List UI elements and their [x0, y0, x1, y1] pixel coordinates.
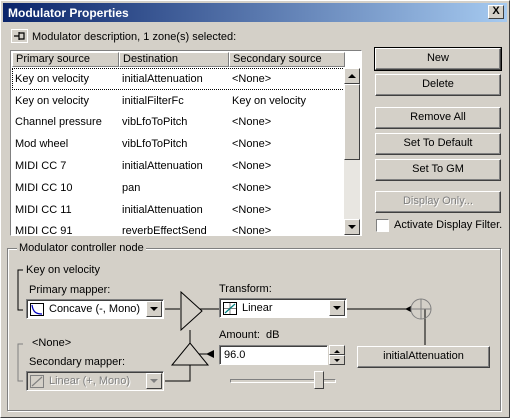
- amount-label: Amount:: [219, 329, 260, 341]
- mixer-triangle-right: [180, 290, 203, 332]
- transform-select[interactable]: Linear: [219, 298, 347, 318]
- transform-dropdown-button[interactable]: [329, 300, 345, 316]
- transform-value: Linear: [242, 302, 273, 314]
- primary-source-label: Key on velocity: [26, 264, 100, 276]
- secondary-mapper-label: Secondary mapper:: [29, 356, 125, 368]
- transform-label: Transform:: [219, 283, 272, 295]
- chevron-down-icon: [150, 307, 158, 311]
- linear-curve-icon: [30, 375, 44, 388]
- amount-unit-label: dB: [266, 329, 280, 341]
- concave-curve-icon: [30, 303, 44, 316]
- chevron-down-icon: [333, 306, 341, 310]
- amount-slider-thumb[interactable]: [314, 371, 325, 389]
- secondary-mapper-select[interactable]: Linear (+, Mono): [26, 371, 164, 391]
- destination-button[interactable]: initialAttenuation: [357, 346, 490, 368]
- amount-input[interactable]: 96.0: [219, 345, 328, 365]
- primary-mapper-dropdown-button[interactable]: [146, 301, 162, 317]
- amount-spin-up[interactable]: [329, 345, 345, 355]
- primary-mapper-value: Concave (-, Mono): [49, 303, 141, 315]
- secondary-mapper-dropdown-button[interactable]: [146, 373, 162, 389]
- chevron-down-icon: [150, 379, 158, 383]
- amount-spin-down[interactable]: [329, 355, 345, 365]
- arrow-into-summer: [405, 306, 411, 312]
- primary-mapper-label: Primary mapper:: [29, 284, 111, 296]
- secondary-source-label: <None>: [32, 337, 72, 349]
- secondary-mapper-value: Linear (+, Mono): [49, 375, 131, 387]
- arrow-up-icon: [334, 350, 340, 353]
- linear-transform-icon: [223, 302, 237, 315]
- primary-mapper-select[interactable]: Concave (-, Mono): [26, 299, 164, 319]
- arrow-down-icon: [334, 359, 340, 362]
- arrow-into-amount: [206, 350, 214, 358]
